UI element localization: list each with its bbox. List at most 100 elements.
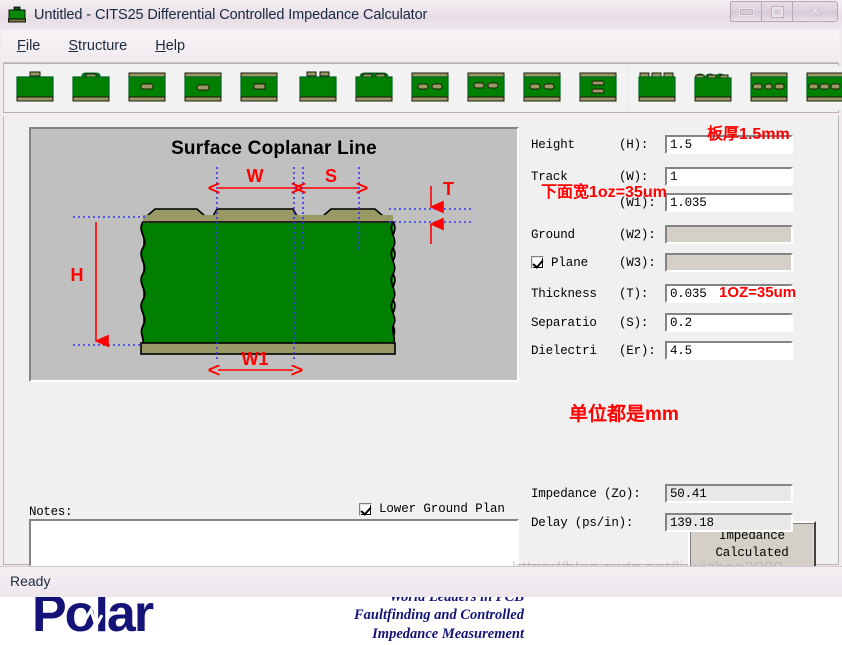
edge-coupled-surface-icon (295, 70, 341, 106)
tagline-line-2: Faultfinding and Controlled (353, 607, 524, 624)
plane-checkbox[interactable] (531, 256, 544, 269)
toolbar-button-edge-coupled-offset-stripline[interactable] (459, 66, 513, 110)
close-button[interactable]: ✕ (792, 1, 838, 22)
edge-coupled-offset-icon (463, 70, 509, 106)
delay-label: Delay (ps/in): (531, 515, 634, 530)
lower-ground-plane-label: Lower Ground Plan (379, 502, 505, 516)
toolbar-button-edge-coupled-coated-microstrip[interactable] (347, 66, 401, 110)
impedance-label: Impedance (Zo): (531, 486, 641, 501)
field-row-plane-w3: Plane (W3): (531, 252, 793, 273)
separation-label: Separatio (531, 315, 597, 330)
minimize-icon (738, 7, 754, 16)
field-row-dielectric: Dielectri (Er): 4.5 (531, 340, 793, 361)
annotation-board-thickness: 板厚1.5mm (707, 126, 790, 143)
dimension-label-s: S (325, 166, 337, 186)
toolbar-button-coated-microstrip[interactable] (64, 66, 118, 110)
main-content-panel: Surface Coplanar Line W S T H W1 Notes: … (3, 116, 839, 643)
height-label: Height (531, 137, 575, 152)
impedance-value: 50.41 (665, 484, 793, 503)
toolbar-button-surface-microstrip[interactable] (8, 66, 62, 110)
field-row-ground-w2: Ground (W2): (531, 224, 793, 245)
maximize-icon (771, 6, 783, 17)
coated-coplanar-icon (690, 70, 736, 106)
status-text: Ready (10, 573, 51, 589)
toolbar-button-offset-stripline[interactable] (176, 66, 230, 110)
separation-input[interactable]: 0.2 (665, 313, 793, 332)
plane-w3-symbol: (W3): (619, 255, 656, 270)
toolbar-button-symmetric-stripline[interactable] (232, 66, 286, 110)
menu-item-help[interactable]: Help (144, 35, 196, 57)
symmetric-stripline-icon (236, 70, 282, 106)
height-symbol: (H): (619, 137, 649, 152)
separation-symbol: (S): (619, 315, 649, 330)
track-w1-input[interactable]: 1.035 (665, 193, 793, 212)
thickness-symbol: (T): (619, 286, 649, 301)
toolbar-button-coplanar-waveguide[interactable] (742, 66, 796, 110)
minimize-button[interactable] (730, 1, 762, 22)
menu-item-file[interactable]: File (6, 35, 51, 57)
dimension-label-w1: W1 (242, 349, 269, 369)
annotation-copper-weight: 1OZ=35um (719, 284, 797, 301)
toolbar-group-differential (287, 64, 626, 112)
result-row-impedance: Impedance (Zo): 50.41 (531, 483, 793, 504)
surface-coplanar-icon (634, 70, 680, 106)
toolbar-button-differential-coplanar[interactable] (798, 66, 842, 110)
toolbar-group-coplanar (626, 64, 842, 112)
edge-coupled-coated-icon (351, 70, 397, 106)
ground-w2-input (665, 225, 793, 244)
dimension-label-h: H (71, 265, 84, 285)
edge-coupled-stripline-icon (519, 70, 565, 106)
delay-value: 139.18 (665, 513, 793, 532)
thickness-label: Thickness (531, 286, 597, 301)
dielectric-label: Dielectri (531, 343, 597, 358)
toolbar-button-edge-coupled-embedded-microstrip[interactable] (403, 66, 457, 110)
application-window: Untitled - CITS25 Differential Controlle… (0, 0, 842, 643)
menu-bar: File Structure Help (0, 30, 842, 63)
plane-option[interactable]: Plane (531, 256, 619, 270)
dielectric-input[interactable]: 4.5 (665, 341, 793, 360)
embedded-microstrip-icon (124, 70, 170, 106)
menu-item-structure[interactable]: Structure (57, 35, 138, 57)
annotation-track-width: 下面宽1oz=35um (541, 184, 667, 201)
title-bar: Untitled - CITS25 Differential Controlle… (0, 0, 842, 31)
field-row-separation: Separatio (S): 0.2 (531, 312, 793, 333)
pcb-stackup-icon (7, 6, 27, 24)
window-title: Untitled - CITS25 Differential Controlle… (34, 7, 428, 23)
structure-toolbar (3, 63, 842, 113)
broadside-coupled-icon (575, 70, 621, 106)
ground-label: Ground (531, 227, 575, 242)
toolbar-button-coated-coplanar-line[interactable] (686, 66, 740, 110)
structure-diagram-panel: Surface Coplanar Line W S T H W1 (29, 127, 519, 382)
plane-w3-input (665, 253, 793, 272)
plane-label: Plane (551, 255, 589, 270)
lower-ground-plane-option[interactable]: Lower Ground Plan (359, 502, 524, 516)
notes-label: Notes: (29, 505, 73, 519)
result-row-delay: Delay (ps/in): 139.18 (531, 512, 793, 533)
toolbar-group-single-ended (4, 64, 287, 112)
notes-input[interactable] (29, 519, 519, 567)
toolbar-button-surface-coplanar-line[interactable] (630, 66, 684, 110)
maximize-button[interactable] (761, 1, 793, 22)
dimension-label-t: T (443, 179, 454, 199)
edge-coupled-embedded-icon (407, 70, 453, 106)
status-bar: Ready (0, 566, 842, 597)
coated-microstrip-icon (68, 70, 114, 106)
toolbar-button-embedded-microstrip[interactable] (120, 66, 174, 110)
differential-coplanar-icon (802, 70, 842, 106)
annotation-units: 单位都是mm (569, 404, 679, 425)
lower-ground-plane-checkbox[interactable] (359, 502, 372, 516)
track-w-input[interactable]: 1 (665, 167, 793, 186)
surface-microstrip-icon (12, 70, 58, 106)
tagline-line-3: Impedance Measurement (372, 625, 524, 642)
toolbar-button-edge-coupled-stripline[interactable] (515, 66, 569, 110)
toolbar-button-broadside-coupled-stripline[interactable] (571, 66, 625, 110)
coplanar-cross-section-diagram: W S T H W1 (71, 166, 471, 380)
close-icon: ✕ (807, 2, 823, 21)
offset-stripline-icon (180, 70, 226, 106)
dimension-label-w: W (247, 166, 264, 186)
coplanar-waveguide-icon (746, 70, 792, 106)
toolbar-button-edge-coupled-surface-microstrip[interactable] (291, 66, 345, 110)
ground-w2-symbol: (W2): (619, 227, 656, 242)
window-controls: ✕ (730, 1, 838, 22)
dielectric-symbol: (Er): (619, 343, 656, 358)
